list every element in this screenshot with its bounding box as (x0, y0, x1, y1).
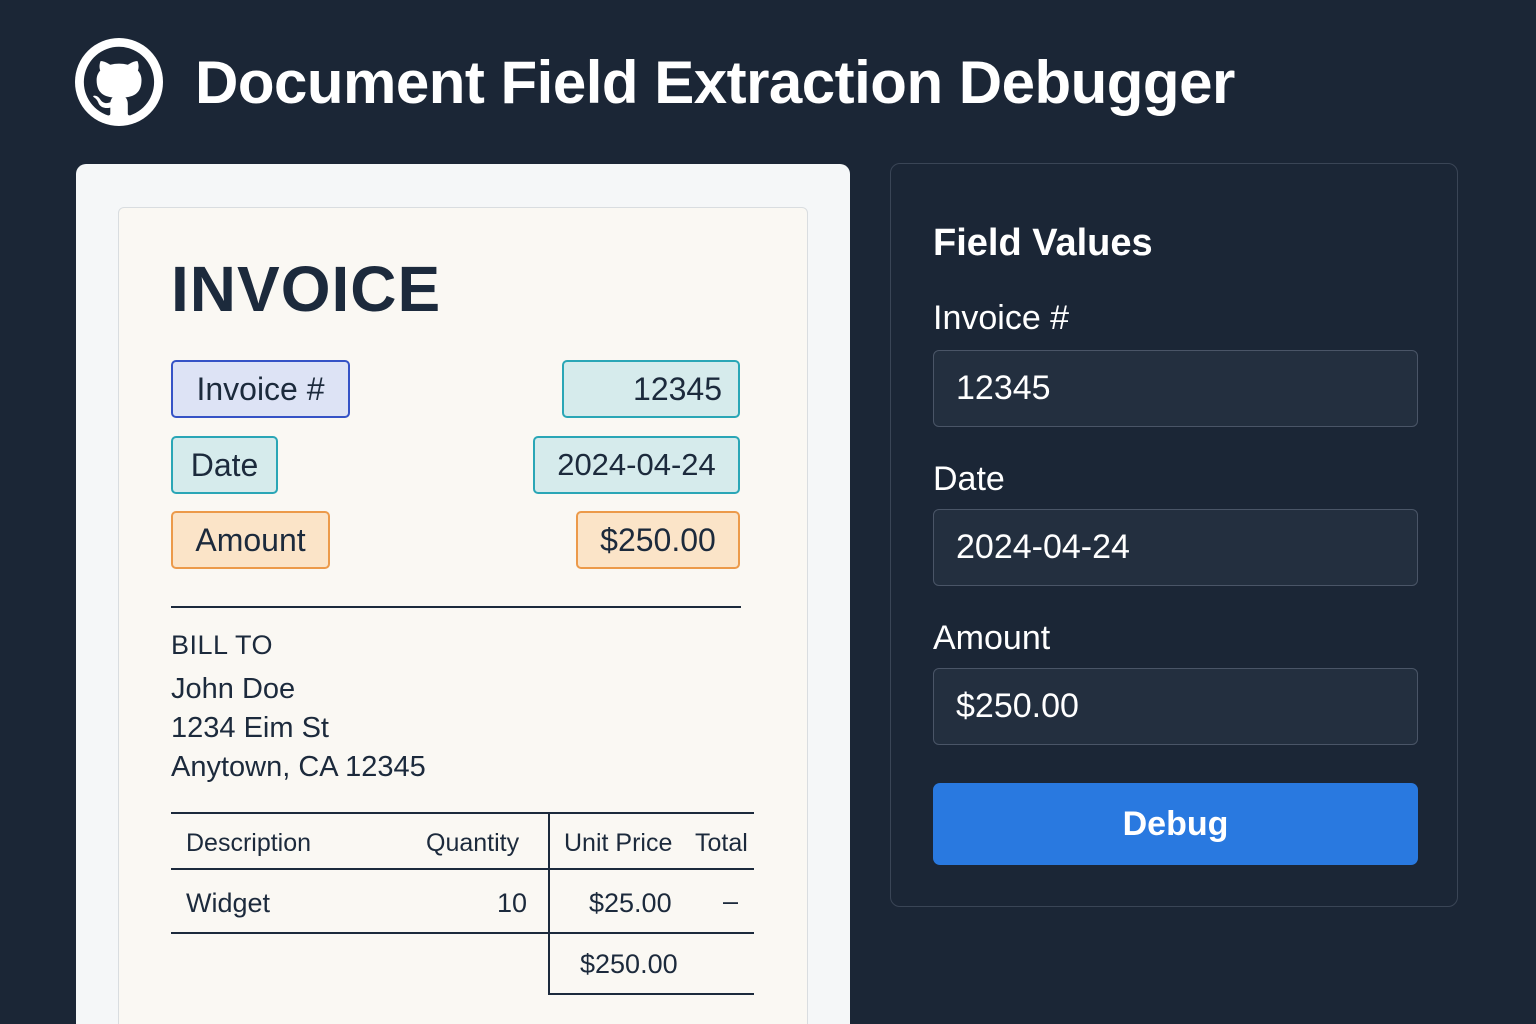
divider (171, 606, 741, 608)
invoice-document: INVOICE Invoice # 12345 Date 2024-04-24 … (118, 207, 808, 1024)
github-icon[interactable] (75, 38, 163, 126)
invoice-title: INVOICE (171, 253, 442, 325)
invoice-number-input[interactable] (933, 350, 1418, 427)
table-cell-total: – (723, 886, 739, 916)
table-cell-description: Widget (186, 888, 271, 918)
table-cell-unit-price: $25.00 (589, 888, 672, 918)
invoice-number-value-highlight[interactable]: 12345 (562, 360, 740, 418)
bill-to-name: John Doe (171, 673, 296, 705)
table-row-border (171, 932, 754, 934)
date-field-label: Date (933, 460, 1005, 498)
table-header-quantity: Quantity (426, 829, 520, 857)
table-grand-total: $250.00 (580, 949, 678, 979)
amount-value-highlight[interactable]: $250.00 (576, 511, 740, 569)
bill-to-city: Anytown, CA 12345 (171, 751, 426, 783)
date-input[interactable] (933, 509, 1418, 586)
document-preview-panel: INVOICE Invoice # 12345 Date 2024-04-24 … (76, 164, 850, 1024)
table-column-divider (548, 812, 550, 995)
field-values-title: Field Values (933, 222, 1153, 264)
date-value-highlight[interactable]: 2024-04-24 (533, 436, 740, 494)
table-header-description: Description (186, 829, 312, 857)
bill-to-heading: BILL TO (171, 630, 274, 660)
amount-input[interactable] (933, 668, 1418, 745)
table-top-border (171, 812, 754, 814)
amount-label-highlight[interactable]: Amount (171, 511, 330, 569)
app-header: Document Field Extraction Debugger (75, 38, 1235, 126)
field-values-panel: Field Values Invoice # Date Amount Debug (890, 163, 1458, 907)
table-header-border (171, 868, 754, 870)
date-label-highlight[interactable]: Date (171, 436, 278, 494)
app-title: Document Field Extraction Debugger (195, 48, 1235, 116)
table-total-border (549, 993, 754, 995)
table-cell-quantity: 10 (497, 888, 528, 918)
invoice-number-field-label: Invoice # (933, 299, 1070, 337)
bill-to-street: 1234 Eim St (171, 712, 329, 744)
table-header-unit-price: Unit Price (564, 829, 673, 857)
amount-field-label: Amount (933, 619, 1051, 657)
table-header-total: Total (695, 829, 748, 857)
invoice-number-label-highlight[interactable]: Invoice # (171, 360, 350, 418)
debug-button[interactable]: Debug (933, 783, 1418, 865)
